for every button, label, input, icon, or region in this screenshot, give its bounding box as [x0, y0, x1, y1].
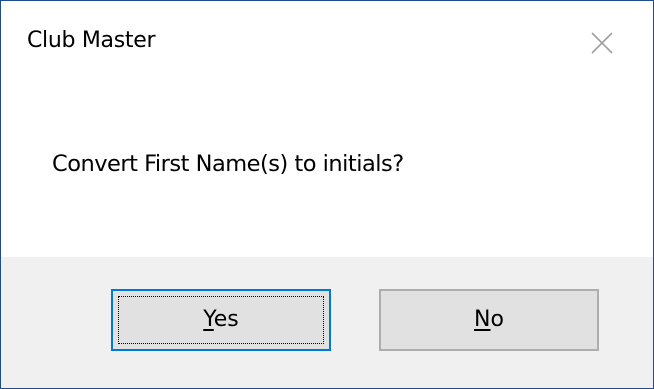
- no-accelerator: N: [474, 307, 491, 332]
- message-dialog: Club Master Convert First Name(s) to ini…: [0, 0, 654, 389]
- close-button[interactable]: [579, 23, 625, 63]
- yes-accelerator: Y: [203, 307, 214, 332]
- dialog-content: Convert First Name(s) to initials?: [1, 85, 653, 257]
- no-button-label: No: [381, 306, 597, 334]
- yes-button-label: Yes: [113, 306, 329, 334]
- yes-label-rest: es: [213, 307, 239, 332]
- dialog-message: Convert First Name(s) to initials?: [52, 151, 404, 177]
- no-button[interactable]: No: [379, 289, 599, 351]
- title-bar[interactable]: Club Master: [1, 1, 653, 85]
- yes-button[interactable]: Yes: [111, 289, 331, 351]
- no-label-rest: o: [490, 307, 504, 332]
- button-bar: Yes No: [1, 257, 653, 388]
- close-icon: [591, 32, 613, 54]
- window-title: Club Master: [27, 28, 156, 53]
